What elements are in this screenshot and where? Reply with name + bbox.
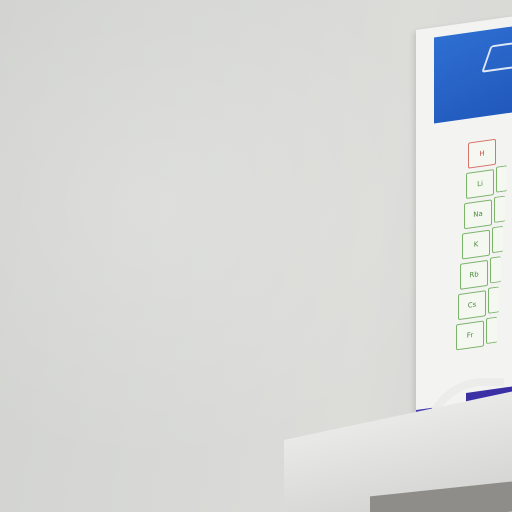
element-cell: Fr xyxy=(456,320,484,351)
element-cell: Na xyxy=(464,199,492,230)
cube-logo-icon xyxy=(481,40,512,73)
poster-header xyxy=(434,20,512,124)
element-cell xyxy=(496,165,507,193)
element-cell: Rb xyxy=(460,259,488,290)
element-cell xyxy=(490,256,501,284)
photo-scene: H Li Na K Rb Cs Fr xyxy=(0,0,512,512)
element-cell: H xyxy=(468,138,496,169)
element-cell xyxy=(488,286,499,314)
element-cell xyxy=(494,195,505,224)
element-cell: K xyxy=(462,229,490,260)
element-cell: Cs xyxy=(458,290,486,321)
element-cell xyxy=(492,225,503,254)
element-cell xyxy=(486,316,497,345)
element-cell: Li xyxy=(466,169,494,199)
periodic-table-grid: H Li Na K Rb Cs Fr xyxy=(456,130,512,351)
